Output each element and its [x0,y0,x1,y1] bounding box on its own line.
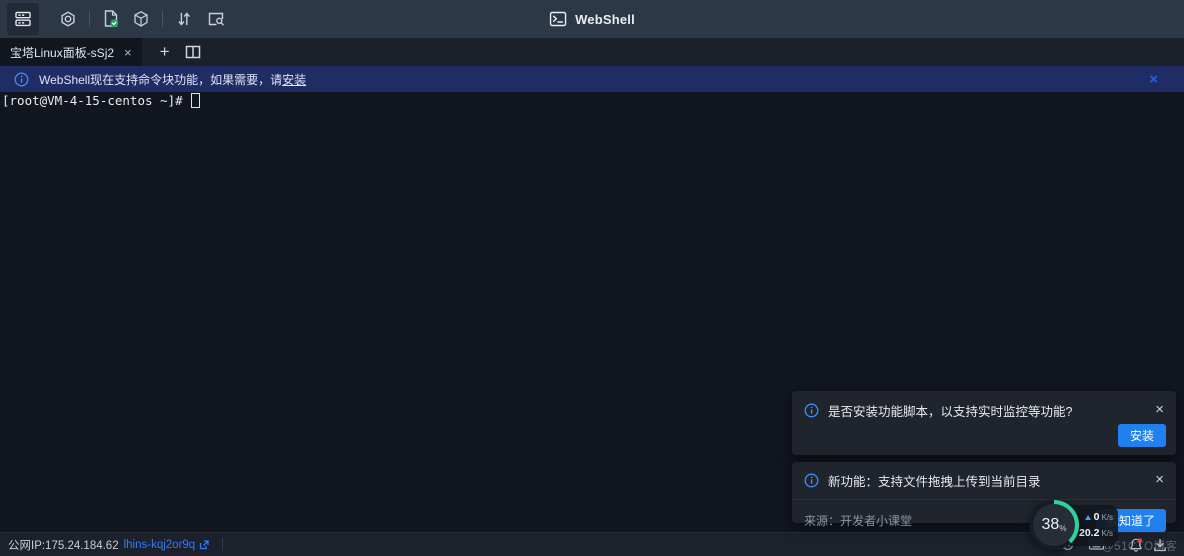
terminal-cursor [191,93,200,108]
install-link[interactable]: 安装 [282,73,306,87]
webshell-app: WebShell 宝塔Linux面板-sSj2 × + WebShell现在支持… [0,0,1184,556]
window-search-icon [206,9,226,29]
upload-arrow-icon [1085,515,1091,520]
download-icon [1152,537,1168,553]
resource-gauge[interactable]: 38 % [1029,500,1079,550]
download-button[interactable] [1152,537,1168,553]
settings-gear-icon [58,9,78,29]
file-check-button[interactable] [98,6,124,32]
tab-bar: 宝塔Linux面板-sSj2 × + [0,38,1184,66]
drag-upload-toast: 新功能：支持文件拖拽上传到当前目录 × 来源：开发者小课堂 我知道了 [792,462,1176,523]
terminal-prompt: [root@VM-4-15-centos ~]# [2,93,190,108]
terminal-list-icon [13,9,33,29]
public-ip-label: 公网IP:175.24.184.62 [8,537,119,553]
page-title: WebShell [575,12,635,27]
webshell-terminal-icon [549,10,567,28]
toolbar-divider [162,11,163,27]
file-check-icon [100,8,122,30]
tab-baota-panel[interactable]: 宝塔Linux面板-sSj2 × [0,38,142,66]
new-tab-button[interactable]: + [160,42,170,62]
split-columns-icon [184,43,202,61]
toast-close-icon[interactable]: × [1155,402,1164,417]
external-link-icon [198,539,210,551]
install-monitor-toast: 是否安装功能脚本，以支持实时监控等功能? × 安装 [792,391,1176,455]
info-icon [14,72,29,87]
status-bar: 公网IP:175.24.184.62 lhins-kqj2or9q @51CTO… [0,532,1184,556]
tab-close-icon[interactable]: × [124,46,132,59]
toolbar-divider [89,11,90,27]
gauge-face: 38 % [1033,504,1075,546]
instance-link[interactable]: lhins-kqj2or9q [124,539,211,551]
app-title: WebShell [549,0,635,38]
command-block-banner: WebShell现在支持命令块功能，如果需要，请安装 × [0,66,1184,92]
package-icon [131,9,151,29]
terminal-list-button[interactable] [7,3,39,35]
notification-button[interactable] [1128,537,1144,553]
toast-source: 来源：开发者小课堂 [804,512,912,529]
upload-speed-value: 0 [1094,511,1100,523]
top-toolbar: WebShell [0,0,1184,38]
toast-close-icon[interactable]: × [1155,472,1164,487]
settings-button[interactable] [55,6,81,32]
toast-message: 新功能：支持文件拖拽上传到当前目录 [828,471,1146,490]
toast-message: 是否安装功能脚本，以支持实时监控等功能? [828,401,1146,420]
sort-vertical-icon [174,9,194,29]
terminal-prompt-line: [root@VM-4-15-centos ~]# [2,93,200,108]
banner-message: WebShell现在支持命令块功能，如果需要，请安装 [39,71,306,88]
sort-button[interactable] [171,6,197,32]
gauge-percent-sign: % [1059,524,1066,533]
download-speed-value: 20.2 [1079,527,1099,539]
split-view-button[interactable] [184,43,202,61]
gauge-percent: 38 [1042,516,1060,534]
info-icon [804,473,819,488]
bell-icon [1128,537,1144,553]
banner-close-icon[interactable]: × [1149,72,1158,87]
statusbar-divider [222,538,223,551]
window-search-button[interactable] [203,6,229,32]
install-button[interactable]: 安装 [1118,424,1166,447]
info-icon [804,403,819,418]
tab-label: 宝塔Linux面板-sSj2 [10,44,114,61]
package-button[interactable] [128,6,154,32]
